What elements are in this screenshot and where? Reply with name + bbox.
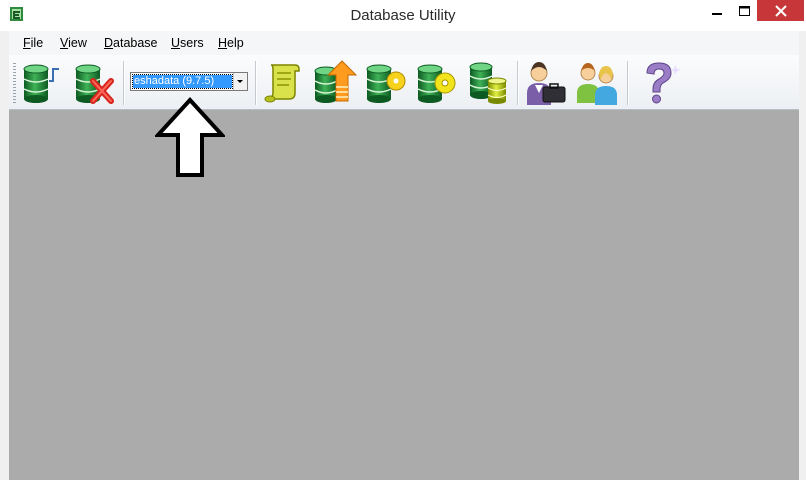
view-log-button[interactable]: [261, 59, 307, 105]
user-sessions-button[interactable]: [523, 59, 569, 105]
close-icon: [774, 4, 787, 17]
up-arrow-annotation-icon: [155, 97, 225, 177]
disconnect-database-button[interactable]: [71, 59, 117, 105]
dropdown-arrow-icon[interactable]: [233, 73, 247, 90]
maximize-icon: [738, 5, 750, 16]
menu-users[interactable]: Users: [171, 36, 204, 50]
app-window: Database Utility File View Database User…: [0, 0, 806, 480]
database-upgrade-icon: [314, 60, 358, 103]
maximize-button[interactable]: [731, 0, 757, 21]
close-button[interactable]: [757, 0, 804, 21]
manage-users-button[interactable]: [575, 59, 621, 105]
toolbar-separator: [255, 61, 256, 105]
database-backup-icon: [366, 64, 406, 103]
database-select-value: eshadata (9.7.5): [132, 74, 233, 89]
toolbar-separator: [123, 61, 124, 105]
user-briefcase-icon: [527, 62, 566, 105]
toolbar-separator: [627, 61, 628, 105]
scroll-icon: [264, 64, 300, 103]
question-mark-icon: [646, 62, 681, 104]
minimize-icon: [712, 12, 722, 15]
database-stack-icon: [469, 62, 507, 104]
menu-file[interactable]: File: [23, 36, 43, 50]
upgrade-database-button[interactable]: [312, 59, 358, 105]
database-restore-icon: [417, 64, 456, 103]
help-button[interactable]: [637, 59, 683, 105]
toolbar-grip[interactable]: [13, 63, 16, 103]
toolbar: eshadata (9.7.5): [9, 55, 799, 110]
users-icon: [577, 63, 617, 105]
window-title: Database Utility: [350, 7, 456, 24]
database-select[interactable]: eshadata (9.7.5): [130, 72, 248, 91]
menu-bar: File View Database Users Help: [9, 31, 799, 55]
restore-database-button[interactable]: [415, 59, 461, 105]
minimize-button[interactable]: [703, 0, 731, 21]
toolbar-separator: [517, 61, 518, 105]
database-files-button[interactable]: [466, 59, 512, 105]
database-connect-icon: [23, 64, 59, 103]
workspace-area[interactable]: [9, 110, 799, 480]
menu-view[interactable]: View: [60, 36, 87, 50]
connect-database-button[interactable]: [19, 59, 65, 105]
title-bar[interactable]: Database Utility: [0, 0, 806, 31]
backup-database-button[interactable]: [364, 59, 410, 105]
database-delete-icon: [75, 64, 114, 104]
menu-help[interactable]: Help: [218, 36, 244, 50]
menu-database[interactable]: Database: [104, 36, 158, 50]
